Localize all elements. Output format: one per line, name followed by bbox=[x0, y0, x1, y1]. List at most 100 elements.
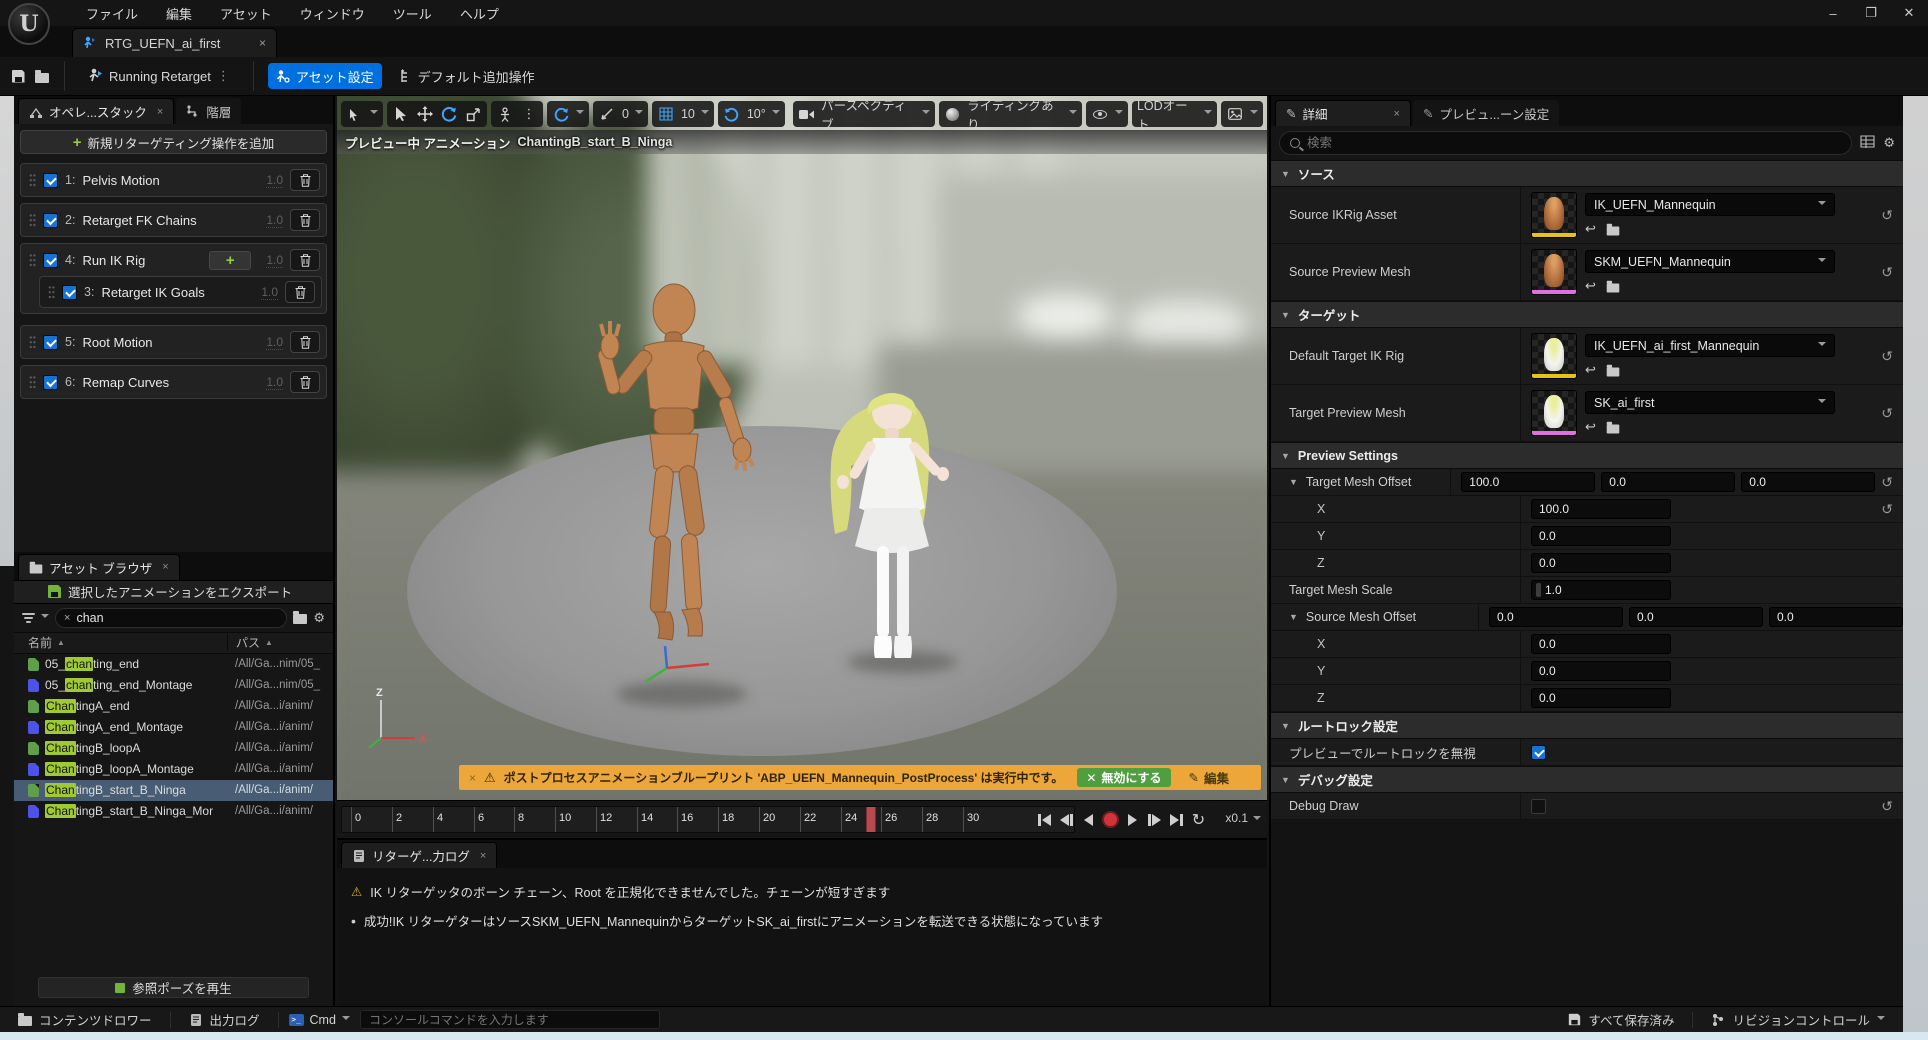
asset-select-dropdown[interactable]: SKM_UEFN_Mannequin bbox=[1585, 250, 1835, 273]
view-mode-dropdown[interactable]: ライティングあり bbox=[939, 101, 1082, 127]
delete-op-button[interactable] bbox=[290, 209, 320, 231]
tab-details[interactable]: ✎ 詳細× bbox=[1275, 100, 1411, 126]
browse-to-asset-icon[interactable] bbox=[1607, 226, 1620, 235]
use-selected-icon[interactable]: ↩ bbox=[1585, 221, 1596, 237]
more-options-icon[interactable]: ⋮ bbox=[217, 68, 231, 84]
asset-thumbnail[interactable] bbox=[1531, 333, 1577, 379]
close-button[interactable]: ✕ bbox=[1890, 0, 1928, 26]
settings-gear-icon[interactable]: ⚙ bbox=[1883, 135, 1895, 151]
asset-row-selected[interactable]: ChantingB_start_B_Ninga /All/Ga...i/anim… bbox=[14, 780, 333, 801]
location-snap-toggle[interactable]: 0 bbox=[593, 101, 648, 127]
asset-settings-button[interactable]: アセット設定 bbox=[268, 63, 382, 89]
reset-to-default-icon[interactable]: ↺ bbox=[1881, 501, 1893, 518]
asset-select-dropdown[interactable]: IK_UEFN_Mannequin bbox=[1585, 193, 1835, 216]
asset-select-dropdown[interactable]: IK_UEFN_ai_first_Mannequin bbox=[1585, 334, 1835, 357]
column-path[interactable]: パス▲ bbox=[227, 634, 333, 651]
op-item-pelvis-motion[interactable]: 1: Pelvis Motion 1.0 bbox=[20, 163, 327, 197]
asset-row[interactable]: ChantingB_loopA_Montage /All/Ga...i/anim… bbox=[14, 759, 333, 780]
step-back-button[interactable] bbox=[1056, 808, 1077, 832]
content-drawer-button[interactable]: コンテンツドロワー bbox=[10, 1007, 160, 1032]
op-item-remap-curves[interactable]: 6: Remap Curves 1.0 bbox=[20, 365, 327, 399]
skeleton-icon[interactable] bbox=[496, 105, 514, 123]
y-input[interactable]: 0.0 bbox=[1531, 526, 1671, 546]
vector-x-input[interactable]: 100.0 bbox=[1461, 472, 1595, 492]
drag-handle-icon[interactable] bbox=[29, 375, 36, 390]
tab-hierarchy[interactable]: 階層 bbox=[176, 98, 241, 124]
save-search-icon[interactable] bbox=[293, 614, 307, 624]
log-warning-line[interactable]: ⚠ IK リターゲッタのボーン チェーン、Root を正規化できませんでした。チ… bbox=[351, 882, 1253, 901]
go-to-start-button[interactable] bbox=[1034, 808, 1055, 832]
play-reverse-button[interactable] bbox=[1078, 808, 1099, 832]
z-input[interactable]: 0.0 bbox=[1531, 688, 1671, 708]
reset-to-default-icon[interactable]: ↺ bbox=[1881, 405, 1893, 422]
x-input[interactable]: 100.0 bbox=[1531, 499, 1671, 519]
section-root-lock[interactable]: ▼ルートロック設定 bbox=[1271, 712, 1903, 739]
x-input[interactable]: 0.0 bbox=[1531, 634, 1671, 654]
drag-handle-icon[interactable] bbox=[48, 285, 55, 300]
browse-to-asset-icon[interactable] bbox=[1607, 424, 1620, 433]
asset-select-dropdown[interactable]: SK_ai_first bbox=[1585, 391, 1835, 414]
drag-handle-icon[interactable] bbox=[29, 253, 36, 268]
move-tool-icon[interactable] bbox=[416, 105, 434, 123]
rotation-space-toggle[interactable] bbox=[547, 101, 589, 127]
banner-close-icon[interactable]: × bbox=[469, 771, 476, 785]
asset-row[interactable]: ChantingA_end_Montage /All/Ga...i/anim/ bbox=[14, 717, 333, 738]
rotation-snap-toggle[interactable]: 10° bbox=[718, 101, 785, 127]
tab-close-icon[interactable]: × bbox=[1394, 108, 1400, 120]
edit-button[interactable]: ✎編集 bbox=[1189, 768, 1230, 787]
vector-x-input[interactable]: 0.0 bbox=[1489, 607, 1623, 627]
playback-speed-dropdown[interactable]: x0.1 bbox=[1225, 811, 1261, 825]
delete-op-button[interactable] bbox=[290, 331, 320, 353]
asset-row[interactable]: ChantingA_end /All/Ga...i/anim/ bbox=[14, 696, 333, 717]
viewport[interactable]: Z X ⋮ bbox=[337, 96, 1267, 838]
op-weight[interactable]: 1.0 bbox=[266, 253, 283, 268]
play-reference-pose-button[interactable]: 参照ポーズを再生 bbox=[38, 977, 309, 998]
use-selected-icon[interactable]: ↩ bbox=[1585, 362, 1596, 378]
asset-search-box[interactable]: × bbox=[55, 608, 287, 628]
filter-icon[interactable] bbox=[22, 613, 35, 623]
asset-search-input[interactable] bbox=[76, 611, 278, 625]
minimize-button[interactable]: – bbox=[1814, 0, 1852, 26]
add-retarget-op-button[interactable]: +新規リターゲティング操作を追加 bbox=[20, 130, 327, 154]
console-command-input[interactable] bbox=[369, 1013, 651, 1027]
drag-handle-icon[interactable] bbox=[29, 173, 36, 188]
transform-gizmo[interactable] bbox=[637, 644, 717, 690]
save-icon[interactable] bbox=[10, 68, 26, 84]
log-info-line[interactable]: • 成功!IK リターゲターはソースSKM_UEFN_Mannequinからター… bbox=[351, 911, 1253, 930]
op-enabled-checkbox[interactable] bbox=[43, 173, 58, 188]
reset-to-default-icon[interactable]: ↺ bbox=[1881, 798, 1893, 815]
scale-input[interactable]: 1.0 bbox=[1531, 580, 1671, 600]
show-flags-dropdown[interactable] bbox=[1086, 101, 1128, 127]
debug-draw-checkbox[interactable] bbox=[1531, 799, 1546, 814]
reset-to-default-icon[interactable]: ↺ bbox=[1881, 474, 1893, 491]
value-spinner[interactable] bbox=[1536, 583, 1541, 597]
grid-view-icon[interactable] bbox=[1860, 135, 1875, 151]
op-enabled-checkbox[interactable] bbox=[43, 253, 58, 268]
disable-button[interactable]: ✕無効にする bbox=[1077, 768, 1170, 787]
browse-to-asset-icon[interactable] bbox=[1607, 367, 1620, 376]
menu-edit[interactable]: 編集 bbox=[152, 0, 206, 26]
record-button[interactable] bbox=[1100, 808, 1121, 832]
ignore-root-lock-checkbox[interactable] bbox=[1531, 745, 1546, 760]
tab-close-icon[interactable]: × bbox=[157, 106, 163, 118]
asset-row[interactable]: 05_chanting_end /All/Ga...nim/05_ bbox=[14, 654, 333, 675]
timeline-playhead[interactable] bbox=[866, 807, 876, 832]
browse-to-asset-icon[interactable] bbox=[1607, 283, 1620, 292]
reset-to-default-icon[interactable]: ↺ bbox=[1881, 348, 1893, 365]
tab-close-icon[interactable]: × bbox=[162, 561, 168, 573]
op-enabled-checkbox[interactable] bbox=[43, 335, 58, 350]
op-enabled-checkbox[interactable] bbox=[62, 285, 77, 300]
reset-to-default-icon[interactable]: ↺ bbox=[1881, 207, 1893, 224]
vector-z-input[interactable]: 0.0 bbox=[1769, 607, 1903, 627]
tab-close-icon[interactable]: × bbox=[259, 36, 266, 50]
section-preview-settings[interactable]: ▼Preview Settings bbox=[1271, 442, 1903, 469]
viewport-scene[interactable]: Z X bbox=[337, 96, 1267, 838]
screenshot-dropdown[interactable] bbox=[1221, 101, 1263, 127]
play-button[interactable] bbox=[1122, 808, 1143, 832]
go-to-end-button[interactable] bbox=[1166, 808, 1187, 832]
use-selected-icon[interactable]: ↩ bbox=[1585, 419, 1596, 435]
drag-handle-icon[interactable] bbox=[29, 213, 36, 228]
maximize-button[interactable]: ❐ bbox=[1852, 0, 1890, 26]
op-item-retarget-fk-chains[interactable]: 2: Retarget FK Chains 1.0 bbox=[20, 203, 327, 237]
use-selected-icon[interactable]: ↩ bbox=[1585, 278, 1596, 294]
